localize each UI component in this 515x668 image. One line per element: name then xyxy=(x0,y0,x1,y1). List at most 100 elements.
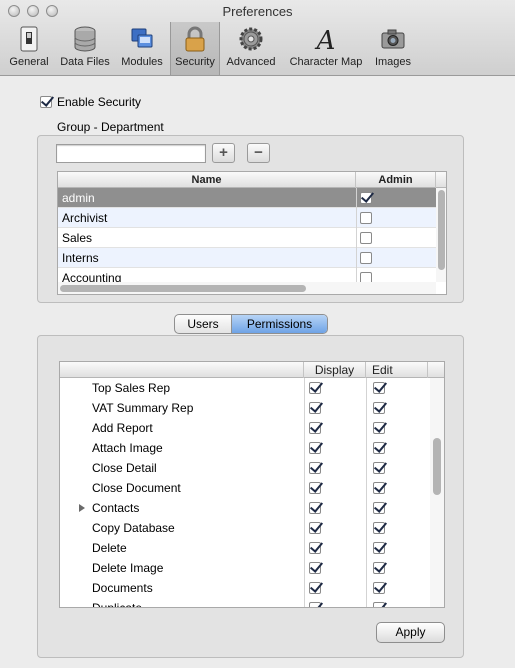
edit-checkbox[interactable] xyxy=(373,602,385,607)
admin-checkbox[interactable] xyxy=(360,232,372,244)
switch-icon xyxy=(20,26,38,52)
permission-name: Close Detail xyxy=(92,461,157,475)
column-divider xyxy=(356,188,357,282)
toolbar-security[interactable]: Security xyxy=(170,22,220,75)
permissions-table: Display Edit Top Sales Rep VAT Summary Re… xyxy=(59,361,445,608)
permission-row[interactable]: VAT Summary Rep xyxy=(60,398,430,418)
permission-name: Delete Image xyxy=(92,561,164,575)
display-checkbox[interactable] xyxy=(309,462,321,474)
group-name-input[interactable] xyxy=(56,144,206,163)
column-header-display[interactable]: Display xyxy=(304,362,366,378)
toolbar-general[interactable]: General xyxy=(4,22,54,75)
column-header-admin[interactable]: Admin xyxy=(356,172,436,188)
edit-checkbox[interactable] xyxy=(373,382,385,394)
gear-icon xyxy=(239,27,263,51)
toolbar-character-map[interactable]: A Character Map xyxy=(284,22,368,75)
edit-checkbox[interactable] xyxy=(373,442,385,454)
column-header-edit[interactable]: Edit xyxy=(366,362,428,378)
disclosure-triangle-icon[interactable] xyxy=(79,504,85,512)
permission-name: Duplicate xyxy=(92,601,143,608)
permission-row[interactable]: Duplicate xyxy=(60,598,430,608)
toolbar-images[interactable]: Images xyxy=(371,22,415,75)
display-checkbox[interactable] xyxy=(309,482,321,494)
modules-icon xyxy=(131,28,153,48)
apply-button[interactable]: Apply xyxy=(376,622,445,643)
database-icon xyxy=(74,26,96,52)
permission-row[interactable]: Close Detail xyxy=(60,458,430,478)
permission-name: Documents xyxy=(92,581,153,595)
groups-vertical-scroll-thumb[interactable] xyxy=(438,190,445,270)
permissions-vertical-scroll-thumb[interactable] xyxy=(433,438,441,495)
edit-checkbox[interactable] xyxy=(373,542,385,554)
table-row[interactable]: admin xyxy=(58,188,436,208)
table-row[interactable]: Interns xyxy=(58,248,436,268)
permission-name: Add Report xyxy=(92,421,153,435)
display-checkbox[interactable] xyxy=(309,602,321,607)
edit-checkbox[interactable] xyxy=(373,582,385,594)
column-header-name[interactable]: Name xyxy=(58,172,356,188)
group-name: Sales xyxy=(62,231,93,245)
enable-security-label[interactable]: Enable Security xyxy=(57,95,141,109)
remove-group-button[interactable]: − xyxy=(247,143,270,163)
padlock-icon xyxy=(185,26,205,52)
edit-checkbox[interactable] xyxy=(373,422,385,434)
display-checkbox[interactable] xyxy=(309,542,321,554)
permission-row[interactable]: Delete xyxy=(60,538,430,558)
group-name: Interns xyxy=(62,251,99,265)
edit-checkbox[interactable] xyxy=(373,502,385,514)
admin-checkbox[interactable] xyxy=(360,252,372,264)
group-department-label: Group - Department xyxy=(57,120,164,134)
column-divider xyxy=(304,378,305,607)
display-checkbox[interactable] xyxy=(309,562,321,574)
permission-name: Close Document xyxy=(92,481,181,495)
permission-row[interactable]: Top Sales Rep xyxy=(60,378,430,398)
permission-name: VAT Summary Rep xyxy=(92,401,194,415)
permission-name: Contacts xyxy=(92,501,140,515)
permission-row[interactable]: Add Report xyxy=(60,418,430,438)
tab-users[interactable]: Users xyxy=(175,315,232,333)
toolbar-advanced[interactable]: Advanced xyxy=(222,22,280,75)
permission-row[interactable]: Close Document xyxy=(60,478,430,498)
permission-name: Copy Database xyxy=(92,521,175,535)
admin-checkbox[interactable] xyxy=(360,192,372,204)
permission-row[interactable]: Attach Image xyxy=(60,438,430,458)
groups-horizontal-scroll-thumb[interactable] xyxy=(60,285,306,292)
permission-row[interactable]: Documents xyxy=(60,578,430,598)
table-row[interactable]: Archivist xyxy=(58,208,436,228)
display-checkbox[interactable] xyxy=(309,502,321,514)
svg-text:A: A xyxy=(315,26,336,53)
display-checkbox[interactable] xyxy=(309,582,321,594)
window-title: Preferences xyxy=(222,4,293,19)
users-permissions-tabs: Users Permissions xyxy=(174,314,328,334)
display-checkbox[interactable] xyxy=(309,522,321,534)
letter-a-icon: A xyxy=(315,26,336,53)
group-name: admin xyxy=(62,191,95,205)
edit-checkbox[interactable] xyxy=(373,462,385,474)
display-checkbox[interactable] xyxy=(309,442,321,454)
edit-checkbox[interactable] xyxy=(373,482,385,494)
edit-checkbox[interactable] xyxy=(373,562,385,574)
enable-security-checkbox[interactable] xyxy=(40,96,52,108)
edit-checkbox[interactable] xyxy=(373,522,385,534)
tab-permissions[interactable]: Permissions xyxy=(232,315,327,333)
display-checkbox[interactable] xyxy=(309,382,321,394)
permissions-table-header: Display Edit xyxy=(60,362,444,378)
admin-checkbox[interactable] xyxy=(360,212,372,224)
edit-checkbox[interactable] xyxy=(373,402,385,414)
add-group-button[interactable]: + xyxy=(212,143,235,163)
permissions-vertical-scrollbar[interactable] xyxy=(430,378,444,607)
toolbar-data-files[interactable]: Data Files xyxy=(56,22,114,75)
permissions-box: Display Edit Top Sales Rep VAT Summary Re… xyxy=(37,335,464,658)
permission-row[interactable]: Delete Image xyxy=(60,558,430,578)
permission-row[interactable]: Contacts xyxy=(60,498,430,518)
groups-vertical-scrollbar[interactable] xyxy=(436,188,446,282)
toolbar-modules[interactable]: Modules xyxy=(116,22,168,75)
groups-table-header: Name Admin xyxy=(58,172,446,188)
groups-horizontal-scrollbar[interactable] xyxy=(58,282,436,294)
column-header-permission xyxy=(60,362,304,378)
permission-row[interactable]: Copy Database xyxy=(60,518,430,538)
table-row[interactable]: Sales xyxy=(58,228,436,248)
permission-name: Top Sales Rep xyxy=(92,381,171,395)
display-checkbox[interactable] xyxy=(309,422,321,434)
display-checkbox[interactable] xyxy=(309,402,321,414)
